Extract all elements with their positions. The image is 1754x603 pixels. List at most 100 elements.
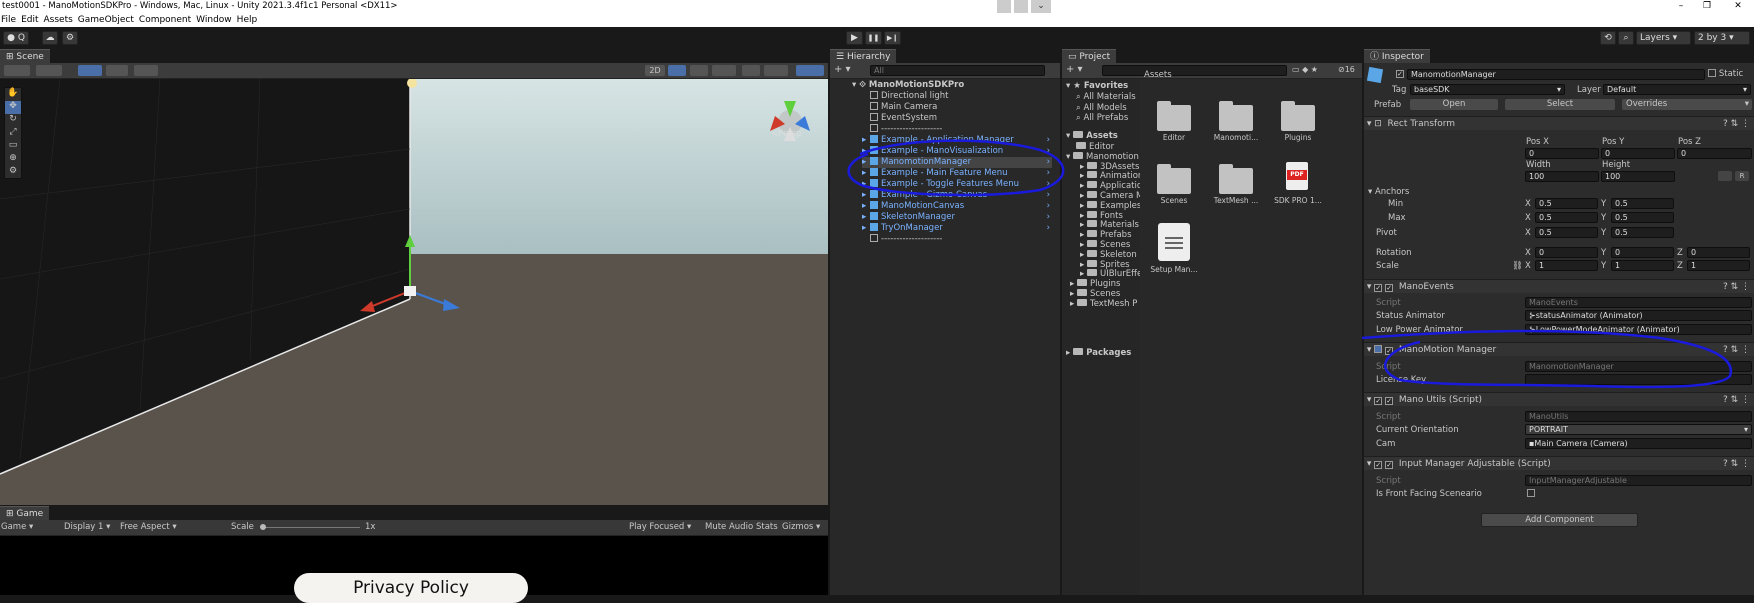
- object-name-field[interactable]: ManomotionManager: [1407, 69, 1705, 80]
- privacy-policy-button[interactable]: Privacy Policy: [294, 573, 528, 603]
- layout-dropdown[interactable]: 2 by 3 ▾: [1694, 31, 1750, 45]
- scale-tool-icon[interactable]: ⤢: [5, 127, 21, 140]
- effects-icon[interactable]: [712, 65, 736, 76]
- close-button[interactable]: ✕: [1730, 0, 1746, 13]
- posx-field[interactable]: 0: [1525, 148, 1599, 159]
- input-manager-header[interactable]: ▾ ✓ ✓ Input Manager Adjustable (Script)?…: [1364, 456, 1754, 470]
- vector-field[interactable]: 1: [1611, 260, 1674, 271]
- blueprint-mode-button[interactable]: [1718, 171, 1732, 181]
- favorite-item[interactable]: ⌕ All Materials: [1076, 92, 1136, 103]
- prefab-select-button[interactable]: Select: [1505, 99, 1615, 110]
- mute-audio-button[interactable]: Mute Audio: [705, 522, 753, 532]
- vector-field[interactable]: 1: [1687, 260, 1750, 271]
- hierarchy-item[interactable]: Directional light: [870, 91, 1060, 102]
- asset-item[interactable]: PDF SDK PRO 1...: [1268, 158, 1328, 218]
- scene-viewport[interactable]: [0, 79, 828, 505]
- filter-icons[interactable]: ▭ ◆ ★: [1292, 65, 1318, 74]
- tag-dropdown[interactable]: baseSDK ▾: [1410, 84, 1565, 95]
- custom-tool-icon[interactable]: ⚙: [5, 166, 21, 179]
- hierarchy-item[interactable]: ▸ ManoMotionCanvas ›: [862, 201, 1052, 212]
- vector-field[interactable]: 0: [1687, 247, 1750, 258]
- static-checkbox[interactable]: Static: [1708, 69, 1743, 79]
- asset-item[interactable]: Setup Man...: [1144, 221, 1204, 281]
- favorites-header[interactable]: ▾ ★ Favorites: [1066, 81, 1128, 92]
- layers-dropdown[interactable]: Layers ▾: [1636, 31, 1691, 45]
- render-mode-icon[interactable]: [36, 65, 62, 76]
- aspect-select[interactable]: Free Aspect ▾: [120, 522, 177, 532]
- vector-field[interactable]: 0.5: [1611, 227, 1674, 238]
- play-focused-select[interactable]: Play Focused ▾: [629, 522, 691, 532]
- project-tree-item[interactable]: ▸ TextMesh P: [1070, 298, 1137, 310]
- persp-label[interactable]: <Persp: [771, 129, 802, 139]
- cloud-icon[interactable]: ☁: [42, 31, 58, 45]
- status-animator-field[interactable]: ⊱statusAnimator (Animator): [1525, 310, 1752, 321]
- hierarchy-item[interactable]: ▸ TryOnManager ›: [862, 223, 1052, 234]
- chevron-down-icon[interactable]: ⌄: [1031, 0, 1051, 13]
- asset-item[interactable]: Manomoti...: [1206, 95, 1266, 155]
- vector-field[interactable]: 1: [1535, 260, 1598, 271]
- asset-item[interactable]: Plugins: [1268, 95, 1328, 155]
- play-button[interactable]: ▶: [846, 31, 863, 45]
- vector-field[interactable]: 0.5: [1535, 198, 1598, 209]
- maximize-button[interactable]: ❐: [1699, 0, 1715, 13]
- hand-tool-icon[interactable]: ✋: [5, 88, 21, 101]
- constrain-scale-icon[interactable]: ⛓: [1512, 261, 1523, 271]
- hidden-packages-count[interactable]: ⊘16: [1338, 65, 1355, 74]
- toggle-2d-button[interactable]: 2D: [645, 65, 665, 76]
- rect-tool-icon[interactable]: ▭: [5, 140, 21, 153]
- grid-icon[interactable]: [106, 65, 128, 76]
- increment-snap-icon[interactable]: [134, 65, 158, 76]
- current-orientation-dropdown[interactable]: PORTRAIT ▾: [1525, 424, 1752, 435]
- step-button[interactable]: ▶❙: [884, 31, 901, 45]
- add-component-button[interactable]: Add Component: [1481, 513, 1638, 527]
- assets-breadcrumb[interactable]: Assets: [1144, 70, 1172, 80]
- tab-inspector[interactable]: ⓘ Inspector: [1364, 49, 1430, 63]
- menu-assets[interactable]: Assets: [44, 15, 73, 25]
- camera-icon[interactable]: [764, 65, 788, 76]
- project-create-button[interactable]: + ▾: [1066, 64, 1083, 75]
- hierarchy-item[interactable]: Main Camera: [870, 102, 1060, 113]
- vector-field[interactable]: 0.5: [1611, 212, 1674, 223]
- asset-item[interactable]: Scenes: [1144, 158, 1204, 218]
- raw-edit-button[interactable]: R: [1735, 171, 1749, 181]
- prefab-open-button[interactable]: Open: [1410, 99, 1498, 110]
- vector-field[interactable]: 0: [1611, 247, 1674, 258]
- collab-icon[interactable]: ⚙: [62, 31, 78, 45]
- hierarchy-search[interactable]: All: [870, 65, 1045, 76]
- project-search[interactable]: [1102, 65, 1287, 76]
- anchors-label[interactable]: ▾ Anchors: [1368, 187, 1409, 197]
- maximize-view-icon[interactable]: [1014, 0, 1028, 13]
- vector-field[interactable]: 0.5: [1611, 198, 1674, 209]
- scale-slider[interactable]: [260, 524, 360, 530]
- posz-field[interactable]: 0: [1677, 148, 1752, 159]
- active-checkbox[interactable]: ✓: [1396, 70, 1404, 78]
- search-icon[interactable]: ⌕: [1618, 31, 1634, 45]
- hierarchy-item[interactable]: EventSystem: [870, 113, 1060, 124]
- posy-field[interactable]: 0: [1601, 148, 1675, 159]
- audio-icon[interactable]: [690, 65, 708, 76]
- packages-header[interactable]: ▸ Packages: [1066, 348, 1131, 359]
- vector-field[interactable]: 0.5: [1535, 212, 1598, 223]
- width-field[interactable]: 100: [1525, 171, 1599, 182]
- tab-hierarchy[interactable]: ☰ Hierarchy: [830, 49, 897, 63]
- favorite-item[interactable]: ⌕ All Models: [1076, 103, 1127, 114]
- account-dropdown[interactable]: ● Q: [3, 31, 29, 45]
- front-facing-checkbox[interactable]: [1527, 489, 1535, 497]
- minimize-button[interactable]: –: [1673, 0, 1689, 13]
- create-button[interactable]: + ▾: [834, 64, 851, 75]
- tab-scene[interactable]: ⊞ Scene: [0, 49, 50, 63]
- tab-project[interactable]: ▭ Project: [1062, 49, 1117, 63]
- display-select[interactable]: Display 1 ▾: [64, 522, 110, 532]
- pause-button[interactable]: ❚❚: [865, 31, 882, 45]
- menu-gameobject[interactable]: GameObject: [78, 15, 134, 25]
- menu-help[interactable]: Help: [237, 15, 258, 25]
- menu-file[interactable]: File: [1, 15, 16, 25]
- lighting-icon[interactable]: [668, 65, 686, 76]
- hierarchy-item[interactable]: ▸ SkeletonManager ›: [862, 212, 1052, 223]
- transform-tool-icon[interactable]: ⊕: [5, 153, 21, 166]
- menu-window[interactable]: Window: [196, 15, 232, 25]
- rotate-tool-icon[interactable]: ↻: [5, 114, 21, 127]
- tab-game[interactable]: ⊞ Game: [0, 506, 50, 520]
- mano-events-header[interactable]: ▾ ✓ ✓ ManoEvents? ⇅ ⋮: [1364, 279, 1754, 293]
- menu-component[interactable]: Component: [139, 15, 191, 25]
